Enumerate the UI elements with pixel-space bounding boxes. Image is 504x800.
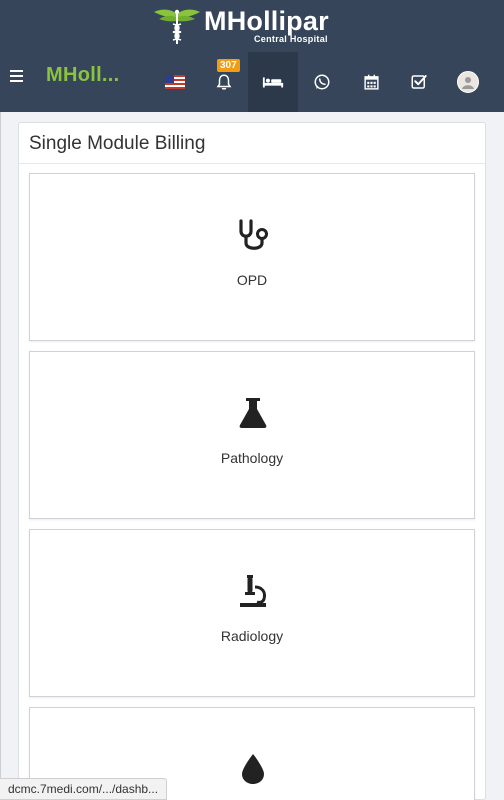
user-avatar-icon	[462, 77, 474, 89]
stethoscope-icon	[239, 219, 268, 250]
hospital-logo[interactable]: MHollipar Central Hospital	[152, 6, 352, 46]
module-card-opd[interactable]: OPD	[29, 173, 475, 341]
browser-status-url: dcmc.7medi.com/.../dashb...	[0, 778, 168, 800]
whatsapp-icon	[314, 74, 330, 90]
module-label: Radiology	[220, 628, 284, 644]
tasks-button[interactable]	[394, 52, 444, 112]
module-label: Pathology	[220, 450, 284, 466]
module-card-radiology[interactable]: Radiology	[29, 529, 475, 697]
language-flag-button[interactable]	[150, 52, 200, 112]
caduceus-logo-icon	[154, 9, 200, 44]
panel-title: Single Module Billing	[29, 133, 206, 154]
blood-drop-icon	[242, 754, 264, 784]
bed-button[interactable]	[248, 52, 298, 112]
logo-text: MHollipar	[204, 6, 329, 36]
notification-count-badge: 307	[217, 59, 240, 72]
bell-icon	[216, 74, 232, 90]
module-card-pathology[interactable]: Pathology	[29, 351, 475, 519]
left-edge	[0, 112, 1, 800]
panel-divider	[19, 163, 485, 164]
single-module-billing-panel: Single Module Billing OPD Pathology Radi…	[18, 122, 486, 800]
calendar-button[interactable]	[346, 52, 396, 112]
us-flag-icon	[165, 75, 185, 89]
top-navbar: MHollipar Central Hospital MHoll...	[0, 0, 504, 112]
nav-row: MHoll...	[0, 52, 504, 112]
profile-button[interactable]	[443, 52, 493, 112]
checkbox-icon	[411, 75, 427, 89]
menu-icon[interactable]	[10, 70, 26, 84]
bed-icon	[262, 77, 284, 88]
logo-subtitle: Central Hospital	[254, 34, 328, 44]
flask-icon	[239, 398, 267, 428]
avatar	[457, 71, 479, 93]
module-label: OPD	[236, 272, 268, 288]
brand-name[interactable]: MHoll...	[46, 64, 120, 87]
microscope-icon	[240, 575, 266, 607]
calendar-icon	[363, 74, 379, 90]
whatsapp-button[interactable]	[297, 52, 347, 112]
